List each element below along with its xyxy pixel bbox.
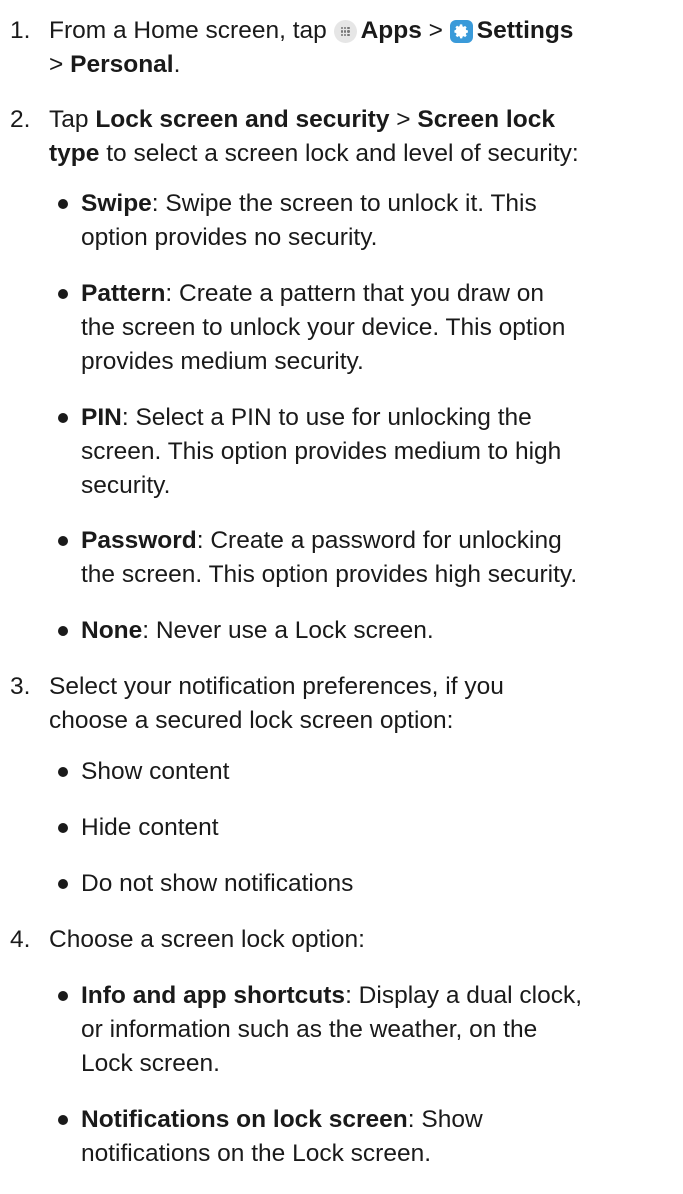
apps-grid-icon — [333, 20, 357, 43]
bullet-dot — [58, 199, 68, 209]
bullet-dot — [58, 991, 68, 1001]
gear-icon — [449, 20, 473, 43]
step-2-line-2: type to select a screen lock and level o… — [49, 140, 579, 167]
bullet-dot — [58, 767, 68, 777]
step-number: 2. — [10, 106, 31, 133]
step-2-line-1: Tap Lock screen and security > Screen lo… — [49, 106, 555, 133]
settings-label: Settings — [476, 17, 574, 44]
step-1-line-2: > Personal. — [49, 51, 181, 78]
bullet-dot — [58, 626, 68, 636]
step-number: 4. — [10, 926, 31, 953]
step-1-line-1: From a Home screen, tap Apps > Settings — [49, 17, 574, 44]
apps-label: Apps — [360, 17, 422, 44]
bullet-dot — [58, 289, 68, 299]
bullet-dot — [58, 536, 68, 546]
bullet-dot — [58, 823, 68, 833]
bullet-dot — [58, 413, 68, 423]
step-number: 3. — [10, 673, 31, 700]
bullet-dot — [58, 1115, 68, 1125]
bullet-dot — [58, 879, 68, 889]
step-number: 1. — [10, 17, 31, 44]
